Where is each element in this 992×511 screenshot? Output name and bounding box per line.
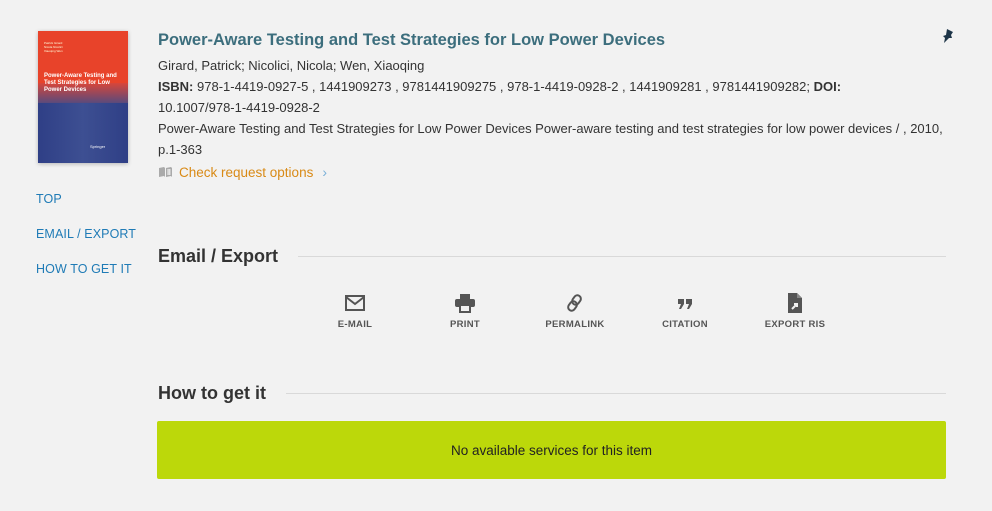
check-request-label: Check request options	[179, 164, 314, 180]
printer-icon	[454, 292, 476, 314]
book-icon	[159, 167, 172, 177]
isbn-label: ISBN:	[158, 79, 194, 94]
record-details: Power-Aware Testing and Test Strategies …	[158, 30, 948, 180]
cover-bottom-band	[38, 103, 128, 163]
how-to-get-heading: How to get it	[158, 383, 266, 403]
export-ris-action-label: EXPORT RIS	[764, 319, 826, 330]
permalink-action-label: PERMALINK	[545, 319, 605, 330]
envelope-icon	[344, 292, 366, 314]
record-identifiers: ISBN: 978-1-4419-0927-5 , 1441909273 , 9…	[158, 76, 948, 118]
section-divider	[285, 393, 946, 394]
email-action-button[interactable]: E-MAIL	[300, 292, 410, 330]
check-request-options-link[interactable]: Check request options ›	[158, 164, 948, 180]
permalink-action-button[interactable]: PERMALINK	[520, 292, 630, 330]
link-icon	[564, 292, 586, 314]
section-divider	[298, 256, 946, 257]
record-description: Power-Aware Testing and Test Strategies …	[158, 121, 943, 157]
email-export-heading: Email / Export	[158, 246, 279, 266]
doi-value: 10.1007/978-1-4419-0928-2	[158, 100, 320, 115]
quote-icon	[674, 292, 696, 314]
cover-publisher: Springer	[90, 144, 106, 149]
email-action-label: E-MAIL	[337, 319, 373, 330]
isbn-values: 978-1-4419-0927-5 , 1441909273 , 9781441…	[197, 79, 810, 94]
availability-status-box: No available services for this item	[157, 421, 946, 479]
nav-link-how-to-get-it[interactable]: HOW TO GET IT	[36, 262, 136, 276]
export-ris-action-button[interactable]: EXPORT RIS	[740, 292, 850, 330]
chevron-right-icon: ›	[322, 164, 327, 180]
cover-author: Xiaoqing Wen	[44, 49, 63, 53]
record-title[interactable]: Power-Aware Testing and Test Strategies …	[158, 30, 948, 50]
availability-message: No available services for this item	[450, 442, 653, 458]
cover-authors: Patrick Girard Nicola Nicolici Xiaoqing …	[44, 41, 63, 53]
citation-action-label: CITATION	[662, 319, 708, 330]
record-authors: Girard, Patrick; Nicolici, Nicola; Wen, …	[158, 58, 425, 73]
nav-link-email-export[interactable]: EMAIL / EXPORT	[36, 227, 136, 241]
print-action-label: PRINT	[450, 319, 480, 330]
email-export-section-header: Email / Export	[158, 246, 946, 267]
citation-action-button[interactable]: CITATION	[630, 292, 740, 330]
file-export-icon	[784, 292, 806, 314]
export-actions: E-MAIL PRINT PERMALINK CITATION EXPORT R…	[300, 292, 850, 330]
cover-title: Power-Aware Testing and Test Strategies …	[44, 73, 117, 93]
book-cover-thumbnail[interactable]: Patrick Girard Nicola Nicolici Xiaoqing …	[38, 31, 128, 163]
doi-label: DOI:	[813, 79, 842, 94]
how-to-get-section-header: How to get it	[158, 383, 946, 404]
print-action-button[interactable]: PRINT	[410, 292, 520, 330]
section-nav: TOP EMAIL / EXPORT HOW TO GET IT	[36, 192, 136, 297]
nav-link-top[interactable]: TOP	[36, 192, 136, 206]
